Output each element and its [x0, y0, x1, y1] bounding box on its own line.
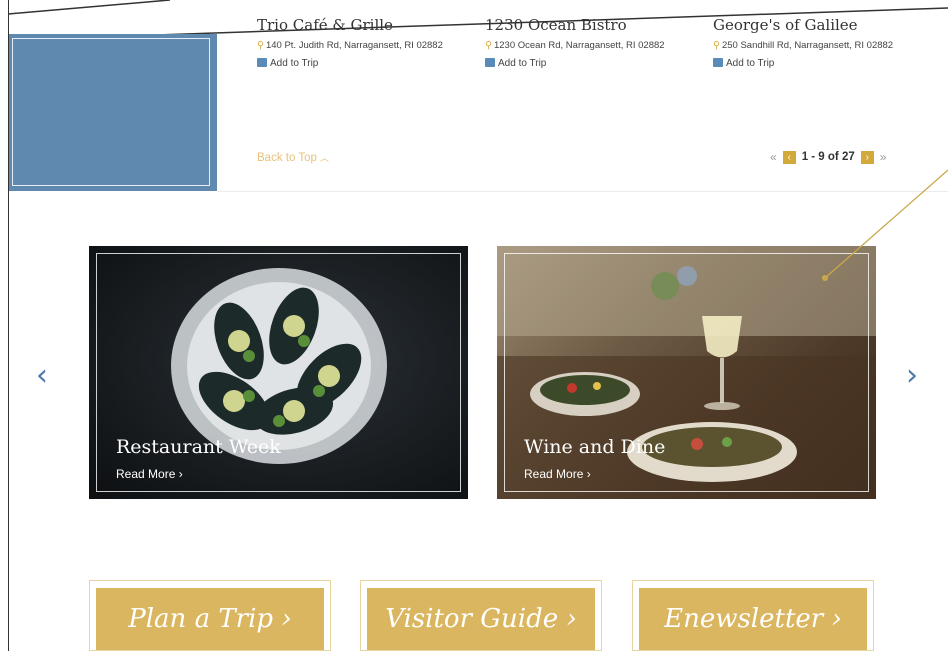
listing-item: Trio Café & Grille ⚲ 140 Pt. Judith Rd, N…: [257, 16, 487, 69]
feature-card-restaurant-week[interactable]: Restaurant Week Read More ›: [89, 246, 468, 499]
listing-item: 1230 Ocean Bistro ⚲ 1230 Ocean Rd, Narrag…: [485, 16, 715, 69]
prev-page-button[interactable]: ‹: [782, 150, 796, 164]
cta-label: Enewsletter ›: [664, 604, 842, 634]
read-more-link[interactable]: Read More ›: [524, 467, 591, 481]
map-panel: [9, 34, 217, 191]
listing-name[interactable]: 1230 Ocean Bistro: [485, 16, 715, 36]
cta-label: Visitor Guide ›: [385, 604, 577, 634]
cta-fill: Enewsletter ›: [639, 588, 867, 650]
suitcase-icon: [713, 58, 723, 67]
page-range: 1 - 9 of 27: [801, 151, 855, 163]
listing-address: ⚲ 140 Pt. Judith Rd, Narragansett, RI 028…: [257, 40, 487, 51]
add-to-trip-button[interactable]: Add to Trip: [485, 58, 715, 69]
read-more-link[interactable]: Read More ›: [116, 467, 183, 481]
carousel-prev-arrow[interactable]: ‹: [36, 358, 48, 393]
listing-address-text: 250 Sandhill Rd, Narragansett, RI 02882: [721, 40, 894, 51]
back-to-top-link[interactable]: Back to Top ︿: [257, 151, 329, 164]
listing-address-text: 1230 Ocean Rd, Narragansett, RI 02882: [493, 40, 665, 51]
map-pin-icon: ⚲: [713, 40, 720, 51]
pagination: « ‹ 1 - 9 of 27 › »: [770, 148, 886, 166]
back-to-top-label: Back to Top: [257, 152, 317, 164]
listing-address: ⚲ 250 Sandhill Rd, Narragansett, RI 02882: [713, 40, 943, 51]
chevron-up-icon: ︿: [319, 153, 329, 163]
add-to-trip-button[interactable]: Add to Trip: [257, 58, 487, 69]
decorative-pointer-line: [822, 169, 948, 281]
suitcase-icon: [257, 58, 267, 67]
first-page-icon[interactable]: «: [770, 150, 777, 164]
map-pin-icon: ⚲: [485, 40, 492, 51]
card-title: Restaurant Week: [116, 436, 281, 458]
next-page-button[interactable]: ›: [860, 150, 874, 164]
suitcase-icon: [485, 58, 495, 67]
cta-fill: Visitor Guide ›: [367, 588, 595, 650]
cta-fill: Plan a Trip ›: [96, 588, 324, 650]
map-pin-icon: ⚲: [257, 40, 264, 51]
listing-item: George's of Galilee ⚲ 250 Sandhill Rd, Na…: [713, 16, 943, 69]
carousel-next-arrow[interactable]: ›: [906, 358, 918, 393]
cta-label: Plan a Trip ›: [128, 604, 292, 634]
add-to-trip-label: Add to Trip: [270, 58, 319, 69]
add-to-trip-label: Add to Trip: [726, 58, 775, 69]
add-to-trip-button[interactable]: Add to Trip: [713, 58, 943, 69]
add-to-trip-label: Add to Trip: [498, 58, 547, 69]
enewsletter-button[interactable]: Enewsletter ›: [632, 580, 874, 651]
plan-a-trip-button[interactable]: Plan a Trip ›: [89, 580, 331, 651]
listing-address: ⚲ 1230 Ocean Rd, Narragansett, RI 02882: [485, 40, 715, 51]
listing-name[interactable]: Trio Café & Grille: [257, 16, 487, 36]
card-title: Wine and Dine: [524, 436, 666, 458]
listing-address-text: 140 Pt. Judith Rd, Narragansett, RI 0288…: [265, 40, 443, 51]
feature-card-wine-and-dine[interactable]: Wine and Dine Read More ›: [497, 246, 876, 499]
last-page-icon[interactable]: »: [880, 150, 887, 164]
listing-name[interactable]: George's of Galilee: [713, 16, 943, 36]
visitor-guide-button[interactable]: Visitor Guide ›: [360, 580, 602, 651]
map-panel-frame: [12, 38, 210, 186]
